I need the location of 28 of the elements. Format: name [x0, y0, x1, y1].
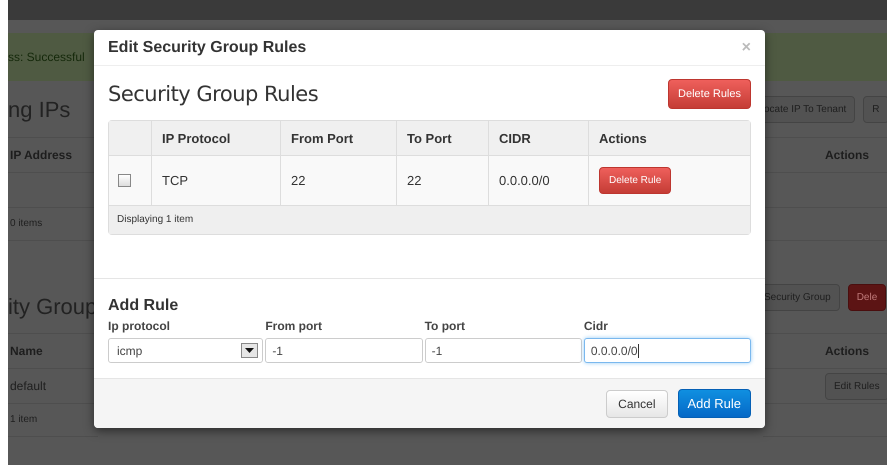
delete-rule-button[interactable]: Delete Rule [599, 167, 672, 194]
column-header: From Port [280, 121, 396, 155]
delete-rules-button[interactable]: Delete Rules [668, 79, 751, 109]
input-field[interactable]: 0.0.0.0/0 [584, 338, 751, 363]
field-label: Cidr [584, 319, 609, 333]
field-label: To port [424, 319, 466, 333]
dropdown-icon [241, 343, 258, 358]
column-header: Actions [588, 121, 750, 155]
input-field[interactable]: -1 [265, 338, 423, 363]
table-cell: 22 [396, 156, 488, 205]
add-rule-button[interactable]: Add Rule [678, 389, 751, 418]
table-cell: TCP [151, 156, 280, 205]
column-header: To Port [396, 121, 488, 155]
table-cell: 22 [280, 156, 396, 205]
protocol-dropdown[interactable]: icmp [108, 338, 264, 363]
column-header: IP Protocol [151, 121, 280, 155]
section-heading: Security Group Rules [108, 82, 318, 106]
input-field[interactable]: -1 [424, 338, 582, 363]
modal-title: Edit Security Group Rules [108, 38, 306, 56]
page-button[interactable]: Dele [848, 284, 886, 310]
row-checkbox[interactable] [118, 174, 131, 187]
field-label: Ip protocol [108, 319, 171, 333]
column-header: CIDR [488, 121, 588, 155]
table-footer: Displaying 1 item [109, 206, 750, 234]
table-cell: 0.0.0.0/0 [488, 156, 588, 205]
form-title: Add Rule [108, 297, 180, 315]
cancel-button[interactable]: Cancel [606, 390, 668, 418]
field-label: From port [265, 319, 323, 333]
